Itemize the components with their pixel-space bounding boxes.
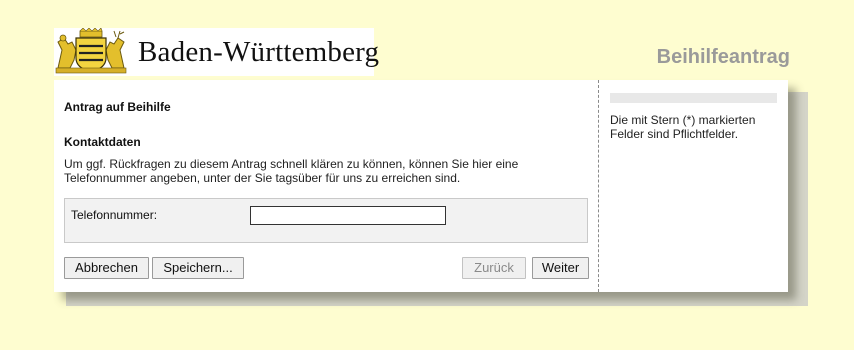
app-title: Beihilfeantrag xyxy=(656,46,790,68)
phone-fieldset: Telefonnummer: xyxy=(64,198,588,243)
form-title: Antrag auf Beihilfe xyxy=(64,100,171,114)
header: Baden-Württemberg Beihilfeantrag xyxy=(0,0,854,82)
form-panel: Antrag auf Beihilfe Kontaktdaten Um ggf.… xyxy=(54,80,788,292)
brand-logo: Baden-Württemberg xyxy=(54,28,379,76)
sidebar-header-bar xyxy=(610,93,777,103)
required-fields-note: Die mit Stern (*) markierten Felder sind… xyxy=(610,113,756,141)
sidebar: Die mit Stern (*) markierten Felder sind… xyxy=(610,80,788,292)
form-main: Antrag auf Beihilfe Kontaktdaten Um ggf.… xyxy=(54,80,597,292)
phone-input[interactable] xyxy=(250,206,446,225)
column-divider xyxy=(598,80,599,292)
brand-name: Baden-Württemberg xyxy=(138,36,380,68)
back-button[interactable]: Zurück xyxy=(462,257,526,279)
phone-label: Telefonnummer: xyxy=(71,208,158,222)
section-description: Um ggf. Rückfragen zu diesem Antrag schn… xyxy=(64,157,519,185)
cancel-button[interactable]: Abbrechen xyxy=(64,257,149,279)
next-button[interactable]: Weiter xyxy=(532,257,589,279)
save-button[interactable]: Speichern... xyxy=(152,257,244,279)
coat-of-arms-icon xyxy=(55,28,127,74)
section-title: Kontaktdaten xyxy=(64,135,141,149)
